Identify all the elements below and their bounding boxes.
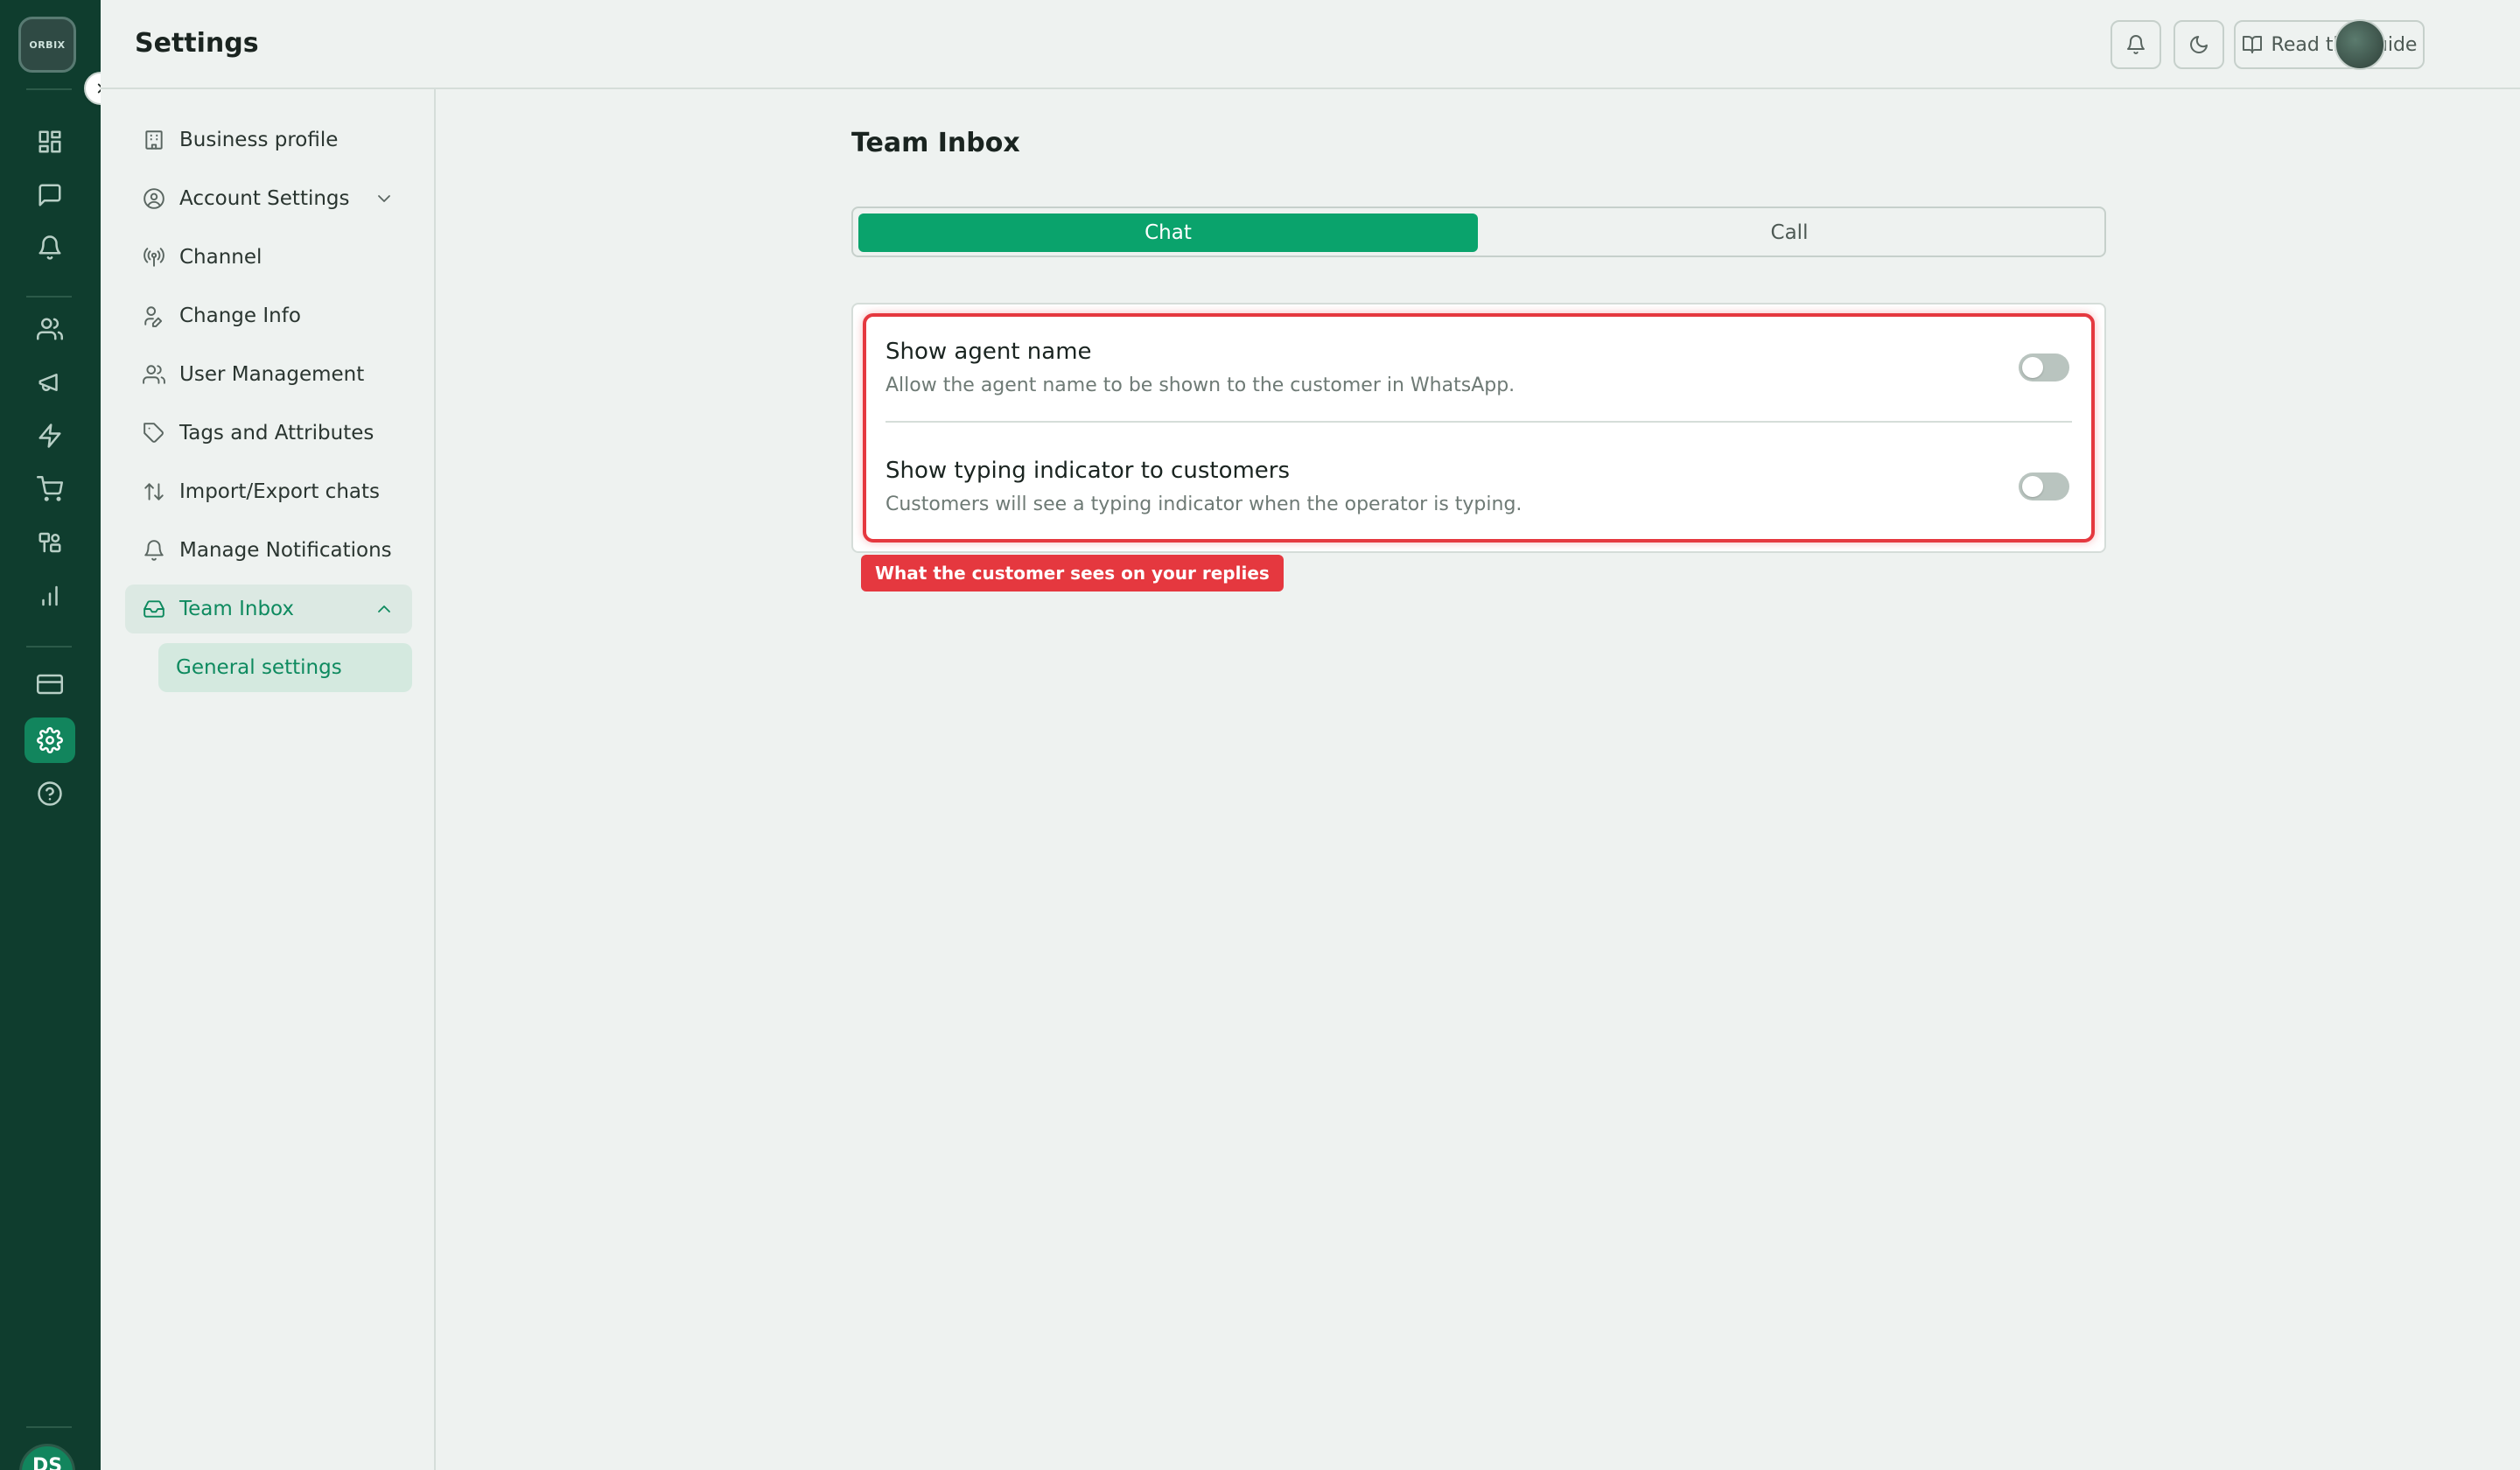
grid-icon — [38, 130, 61, 153]
setting-divider — [886, 421, 2072, 423]
nav-label: User Management — [179, 363, 365, 386]
tab-call[interactable]: Call — [1480, 214, 2099, 252]
rail-notifications[interactable] — [24, 225, 75, 270]
message-square-icon — [38, 184, 61, 206]
user-circle-icon — [144, 188, 164, 209]
setting-description: Customers will see a typing indicator wh… — [886, 494, 1522, 515]
nav-channel[interactable]: Channel — [125, 233, 412, 282]
nav-label: Manage Notifications — [179, 539, 392, 562]
settings-subnav: Business profile Account Settings Channe… — [101, 89, 436, 1470]
cart-icon — [37, 476, 63, 501]
bell-icon — [38, 235, 61, 260]
nav-label: Change Info — [179, 304, 301, 327]
setting-title: Show agent name — [886, 339, 1092, 365]
rail-commerce[interactable] — [24, 466, 75, 512]
users-icon — [143, 365, 165, 384]
rail-dashboard[interactable] — [24, 119, 75, 164]
rail-divider — [26, 296, 72, 298]
book-open-icon — [2242, 36, 2262, 53]
user-avatar[interactable]: DS — [19, 1444, 75, 1470]
rail-analytics[interactable] — [24, 573, 75, 619]
nav-label: Account Settings — [179, 187, 350, 210]
section-title: Team Inbox — [851, 128, 1020, 158]
app-logo[interactable]: ORBIX — [18, 17, 76, 73]
nav-label: General settings — [176, 656, 342, 679]
rail-divider — [26, 1426, 72, 1428]
app-rail: ORBIX DS — [0, 0, 101, 1470]
megaphone-icon — [38, 374, 58, 391]
rail-campaigns[interactable] — [24, 360, 75, 405]
nav-label: Tags and Attributes — [179, 422, 374, 444]
typing-indicator-toggle[interactable] — [2019, 472, 2069, 500]
setting-description: Allow the agent name to be shown to the … — [886, 374, 1516, 396]
inbox-icon — [144, 600, 164, 618]
broadcast-icon — [144, 248, 164, 267]
rail-billing[interactable] — [24, 662, 75, 707]
plug-icon — [38, 532, 61, 553]
nav-business-profile[interactable]: Business profile — [125, 116, 412, 164]
annotation-callout: What the customer sees on your replies — [861, 555, 1284, 592]
user-edit-icon — [144, 306, 163, 327]
help-circle-icon — [38, 781, 62, 806]
chevron-down-icon — [378, 195, 390, 202]
rail-help[interactable] — [24, 771, 75, 816]
bell-icon — [2127, 35, 2145, 54]
rail-settings[interactable] — [24, 718, 75, 763]
show-agent-name-toggle[interactable] — [2019, 354, 2069, 382]
toggle-knob — [2022, 357, 2043, 378]
bell-icon — [144, 540, 164, 561]
rail-contacts[interactable] — [24, 306, 75, 352]
profile-avatar[interactable] — [2334, 19, 2385, 70]
top-header: Settings Read the guide — [101, 0, 2520, 89]
rail-integrations[interactable] — [24, 520, 75, 565]
moon-icon — [2190, 36, 2208, 53]
setting-title: Show typing indicator to customers — [886, 458, 1291, 484]
credit-card-icon — [37, 674, 63, 695]
rail-automation[interactable] — [24, 413, 75, 458]
tab-chat[interactable]: Chat — [858, 214, 1478, 252]
nav-manage-notifications[interactable]: Manage Notifications — [125, 526, 412, 575]
nav-account-settings[interactable]: Account Settings — [125, 174, 412, 223]
nav-import-export[interactable]: Import/Export chats — [125, 467, 412, 516]
read-guide-button[interactable]: Read the guide — [2234, 20, 2425, 69]
rail-divider — [26, 88, 72, 90]
users-icon — [37, 318, 63, 340]
nav-label: Business profile — [179, 129, 339, 151]
nav-team-inbox[interactable]: Team Inbox — [125, 584, 412, 634]
nav-label: Team Inbox — [179, 598, 295, 620]
rail-divider — [26, 646, 72, 648]
zap-icon — [38, 424, 61, 448]
avatar-initials: DS — [32, 1455, 63, 1470]
nav-change-info[interactable]: Change Info — [125, 291, 412, 340]
nav-user-management[interactable]: User Management — [125, 350, 412, 399]
page-title: Settings — [135, 28, 259, 59]
nav-general-settings[interactable]: General settings — [158, 643, 412, 692]
notifications-button[interactable] — [2110, 20, 2161, 69]
building-icon — [145, 130, 163, 150]
bar-chart-icon — [42, 585, 58, 606]
nav-label: Import/Export chats — [179, 480, 381, 503]
channel-tabs: Chat Call — [851, 206, 2106, 257]
tag-icon — [144, 423, 164, 443]
arrows-updown-icon — [144, 483, 164, 500]
theme-toggle-button[interactable] — [2174, 20, 2224, 69]
chevron-up-icon — [378, 606, 390, 612]
logo-text: ORBIX — [29, 38, 66, 51]
rail-chats[interactable] — [24, 172, 75, 218]
nav-tags-attributes[interactable]: Tags and Attributes — [125, 409, 412, 458]
gear-icon — [37, 727, 63, 753]
nav-label: Channel — [179, 246, 262, 269]
toggle-knob — [2022, 476, 2043, 497]
